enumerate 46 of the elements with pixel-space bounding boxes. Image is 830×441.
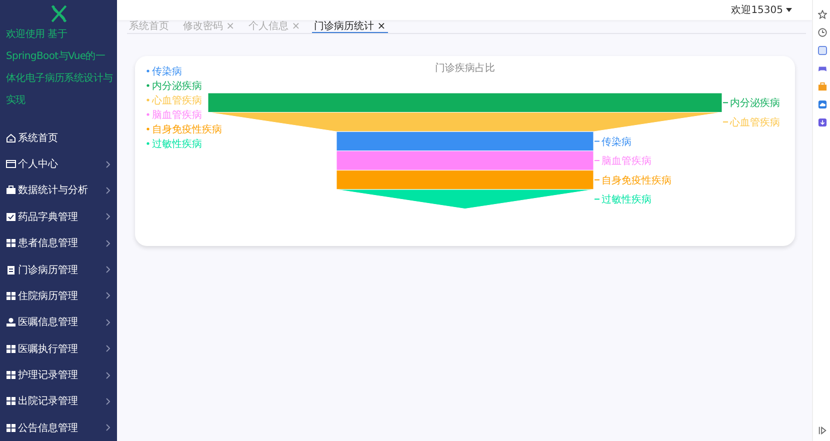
sidebar-menu-item[interactable]: 患者信息管理 xyxy=(0,230,117,256)
leader-line xyxy=(594,198,600,200)
leader-line xyxy=(722,121,728,122)
user-menu[interactable]: 欢迎15305 xyxy=(731,3,792,17)
segment-label: 传染病 xyxy=(602,136,632,148)
segment-label: 脑血管疾病 xyxy=(602,156,652,168)
segment-label: 过敏性疾病 xyxy=(602,194,652,206)
sidebar-menu-item[interactable]: 医嘱信息管理 xyxy=(0,309,117,336)
sidebar-menu-item[interactable]: 住院病历管理 xyxy=(0,282,117,310)
sidebar-menu-item[interactable]: 护理记录管理 xyxy=(0,362,117,388)
sidebar-toggle-icon[interactable] xyxy=(818,426,826,435)
segment-label: 内分泌疾病 xyxy=(730,98,780,110)
leader-line xyxy=(594,140,600,142)
segment-label: 心血管疾病 xyxy=(730,117,780,128)
sidebar-menu-item[interactable]: 个人中心 xyxy=(0,150,117,178)
grid-icon xyxy=(6,422,16,433)
tab[interactable]: 门诊病历统计 × xyxy=(312,21,388,33)
star-icon[interactable] xyxy=(818,10,826,19)
leader-line xyxy=(722,102,728,104)
leader-line xyxy=(594,179,600,180)
grid-icon xyxy=(6,370,16,380)
grid-icon xyxy=(6,290,16,301)
checkbox-icon xyxy=(6,212,16,222)
sidebar-menu-item[interactable]: 公告信息管理 xyxy=(0,414,117,441)
grid-icon xyxy=(6,238,16,248)
sidebar-menu-item[interactable]: 药品字典管理 xyxy=(0,204,117,230)
sidebar-menu-item[interactable]: 出院记录管理 xyxy=(0,388,117,415)
caret-icon xyxy=(786,8,792,12)
clock-icon[interactable] xyxy=(818,28,826,37)
grid-icon xyxy=(6,344,16,354)
sidebar-menu-item[interactable]: 数据统计与分析 xyxy=(0,177,117,204)
segment-label: 自身免疫性疾病 xyxy=(602,175,672,186)
chart-title: 门诊疾病占比 xyxy=(435,63,495,74)
sidebar-menu-item[interactable]: 门诊病历管理 xyxy=(0,256,117,283)
grid-icon xyxy=(6,396,16,406)
cloud-icon[interactable] xyxy=(818,100,826,109)
sidebar-menu-item[interactable]: 医嘱执行管理 xyxy=(0,335,117,362)
app-icon[interactable] xyxy=(818,118,826,127)
clipboard-icon xyxy=(6,264,16,275)
card-icon xyxy=(6,159,16,170)
leader-line xyxy=(594,160,600,162)
home-icon xyxy=(6,132,16,143)
briefcase-icon xyxy=(6,185,16,196)
user-icon xyxy=(6,317,16,328)
app-title: 欢迎使用 基于SpringBoot与Vue的一体化电子病历系统设计与实现 xyxy=(5,28,114,108)
sidebar-menu-item[interactable]: 系统首页 xyxy=(0,124,117,151)
